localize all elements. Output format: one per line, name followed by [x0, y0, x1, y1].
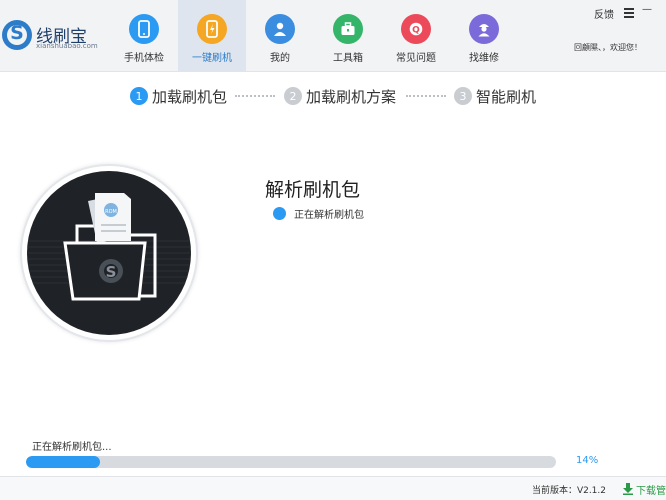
phone-checkup-icon [129, 14, 159, 44]
progress-label: 正在解析刷机包... [32, 442, 112, 453]
nav-label: 找维修 [469, 53, 499, 64]
step-label: 智能刷机 [476, 87, 537, 106]
nav-item-repair[interactable]: 找维修 [450, 0, 518, 72]
step-number: 1 [130, 87, 148, 105]
nav-item-faq[interactable]: Q 常见问题 [382, 0, 450, 72]
package-illustration: ROM S [20, 164, 198, 342]
nav-label: 一键刷机 [192, 53, 232, 64]
step-load-plan: 2 加载刷机方案 [284, 84, 396, 108]
feedback-link[interactable]: 反馈 [594, 6, 614, 21]
menu-icon[interactable] [624, 8, 634, 18]
parse-status: 正在解析刷机包 [273, 206, 364, 221]
step-label: 加载刷机方案 [306, 87, 397, 106]
nav-item-toolbox[interactable]: 工具箱 [314, 0, 382, 72]
repair-person-icon [469, 14, 499, 44]
nav-item-mine[interactable]: 我的 [246, 0, 314, 72]
progress-fill [26, 456, 101, 468]
logo-icon [2, 20, 32, 50]
user-greeting: 回顧隰、，欢迎您！ [574, 43, 642, 52]
svg-text:S: S [106, 263, 117, 281]
one-click-flash-icon [197, 14, 227, 44]
svg-text:ROM: ROM [105, 209, 117, 215]
question-icon: Q [401, 14, 431, 44]
app-header: 线刷宝 xianshuabao.com 手机体检 一键刷机 我的 工具箱 [0, 0, 666, 72]
step-connector [406, 95, 446, 97]
step-number: 3 [454, 87, 472, 105]
step-smart-flash: 3 智能刷机 [454, 84, 536, 108]
download-manager-button[interactable]: 下载管 [619, 477, 666, 500]
nav-label: 我的 [270, 53, 290, 64]
nav-item-one-click-flash[interactable]: 一键刷机 [178, 0, 246, 72]
version-text: 当前版本：V2.1.2 [531, 486, 606, 496]
user-icon [265, 14, 295, 44]
nav-item-phone-checkup[interactable]: 手机体检 [110, 0, 178, 72]
progress-percent: 14% [576, 455, 599, 466]
download-label: 下载管 [636, 485, 666, 497]
logo-subtitle: xianshuabao.com [36, 42, 98, 50]
progress-bar [26, 456, 556, 468]
nav-label: 工具箱 [333, 53, 363, 64]
nav-label: 手机体检 [124, 53, 164, 64]
app-logo: 线刷宝 xianshuabao.com [0, 18, 110, 54]
step-number: 2 [284, 87, 302, 105]
step-connector [235, 95, 275, 97]
minimize-icon[interactable]: — [642, 4, 652, 15]
svg-text:Q: Q [412, 26, 420, 36]
folder-rom-icon: ROM S [27, 171, 191, 335]
header-right: 反馈 — 回顧隰、，欢迎您！ [546, 0, 666, 72]
flash-steps: 1 加载刷机包 2 加载刷机方案 3 智能刷机 [0, 84, 666, 108]
step-label: 加载刷机包 [152, 87, 228, 106]
download-icon [623, 483, 633, 495]
status-indicator [273, 207, 286, 220]
toolbox-icon [333, 14, 363, 44]
step-load-package: 1 加载刷机包 [130, 84, 227, 108]
status-text: 正在解析刷机包 [294, 210, 364, 221]
nav-label: 常见问题 [396, 53, 436, 64]
status-bar: 当前版本：V2.1.2 下载管 [0, 476, 666, 500]
parse-title: 解析刷机包 [265, 179, 361, 201]
